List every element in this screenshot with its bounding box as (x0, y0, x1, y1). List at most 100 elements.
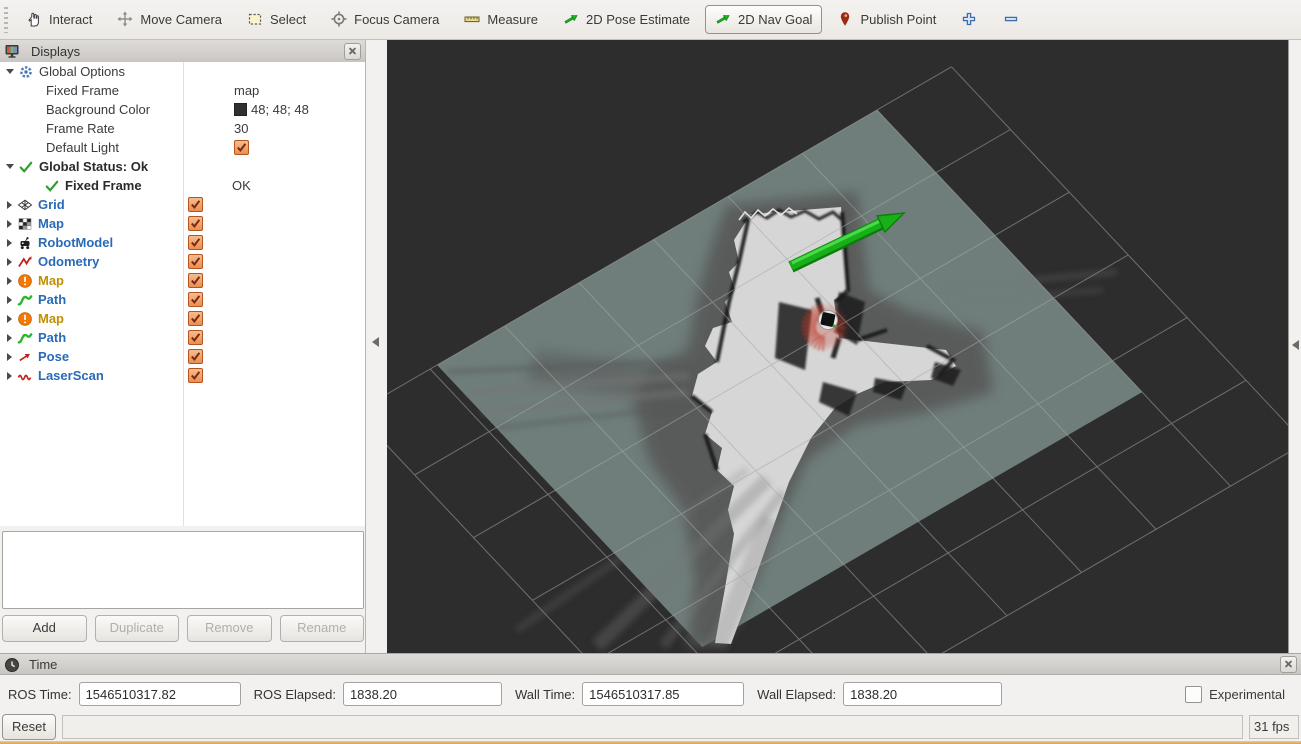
tree-row-grid[interactable]: Grid (0, 195, 365, 214)
expand-right-panel-arrow-icon[interactable] (1292, 340, 1299, 350)
expand-arrow-icon[interactable] (7, 296, 12, 304)
wall-elapsed-input[interactable] (843, 682, 1002, 706)
toolbar-button-move-camera[interactable]: Move Camera (107, 5, 232, 34)
robot-marker (819, 311, 838, 330)
toolbar-button-remove-tool[interactable] (993, 5, 1046, 34)
tree-row-map[interactable]: Map (0, 309, 365, 328)
add-display-button[interactable]: Add (2, 615, 87, 642)
expand-arrow-icon[interactable] (7, 220, 12, 228)
odometry-icon (17, 254, 33, 270)
green-arrow-icon (563, 11, 580, 28)
left-panel-splitter[interactable] (366, 40, 388, 653)
path-icon (17, 330, 33, 346)
hand-icon (26, 11, 43, 28)
enabled-checkbox[interactable] (188, 254, 203, 269)
expand-arrow-icon[interactable] (7, 315, 12, 323)
check-icon (44, 178, 60, 194)
tree-row-robotmodel[interactable]: RobotModel (0, 233, 365, 252)
duplicate-display-button: Duplicate (95, 615, 180, 642)
display-description-box (2, 531, 364, 609)
toolbar-button-label: Measure (487, 12, 538, 27)
property-label: Background Color (46, 100, 150, 119)
expand-arrow-icon[interactable] (7, 201, 12, 209)
expand-arrow-icon[interactable] (6, 164, 14, 169)
clock-icon (4, 657, 18, 671)
expand-arrow-icon[interactable] (7, 334, 12, 342)
tree-row-global-options[interactable]: Global Options (0, 62, 365, 81)
render-canvas[interactable] (387, 40, 1288, 653)
3d-viewport[interactable] (387, 40, 1288, 653)
enabled-checkbox[interactable] (188, 311, 203, 326)
toolbar-button-label: Move Camera (140, 12, 222, 27)
color-swatch[interactable] (234, 103, 247, 116)
time-close-button[interactable] (1280, 656, 1297, 673)
tree-row-map[interactable]: Map (0, 214, 365, 233)
expand-arrow-icon[interactable] (7, 239, 12, 247)
displays-close-button[interactable] (344, 43, 361, 60)
toolbar-button-label: 2D Nav Goal (738, 12, 812, 27)
enabled-checkbox[interactable] (188, 292, 203, 307)
toolbar-button-interact[interactable]: Interact (16, 5, 102, 34)
expand-arrow-icon[interactable] (7, 277, 12, 285)
wall-elapsed-label: Wall Elapsed: (757, 687, 836, 702)
property-value[interactable]: 48; 48; 48 (251, 100, 309, 119)
focus-icon (331, 11, 348, 28)
property-value[interactable]: OK (232, 176, 251, 195)
displays-panel: Displays Global OptionsFixed FramemapBac… (0, 40, 366, 653)
enabled-checkbox[interactable] (188, 216, 203, 231)
expand-arrow-icon[interactable] (7, 258, 12, 266)
tree-row-default-light[interactable]: Default Light (0, 138, 365, 157)
property-label: Fixed Frame (46, 81, 119, 100)
reset-button[interactable]: Reset (2, 714, 56, 740)
collapse-left-panel-arrow-icon[interactable] (372, 337, 379, 347)
tree-row-global-status-ok[interactable]: Global Status: Ok (0, 157, 365, 176)
displays-panel-title: Displays (31, 44, 338, 59)
tree-row-fixed-frame[interactable]: Fixed FrameOK (0, 176, 365, 195)
ros-elapsed-input[interactable] (343, 682, 502, 706)
green-arrow-icon (715, 11, 732, 28)
toolbar-button-add-tool[interactable] (951, 5, 988, 34)
toolbar-button-label: Focus Camera (354, 12, 439, 27)
toolbar-drag-handle[interactable] (4, 7, 8, 33)
ros-time-input[interactable] (79, 682, 241, 706)
toolbar-button-2d-nav-goal[interactable]: 2D Nav Goal (705, 5, 822, 34)
tree-row-path[interactable]: Path (0, 328, 365, 347)
monitor-icon (4, 43, 20, 59)
expand-arrow-icon[interactable] (6, 69, 14, 74)
toolbar-button-focus-camera[interactable]: Focus Camera (321, 5, 449, 34)
enabled-checkbox[interactable] (188, 349, 203, 364)
tree-row-map[interactable]: Map (0, 271, 365, 290)
toolbar-button-publish-point[interactable]: Publish Point (827, 5, 946, 34)
experimental-checkbox[interactable] (1185, 686, 1202, 703)
tree-row-pose[interactable]: Pose (0, 347, 365, 366)
property-value[interactable]: 30 (234, 119, 248, 138)
display-name-label: Map (38, 214, 64, 233)
enabled-checkbox[interactable] (234, 140, 249, 155)
expand-arrow-icon[interactable] (7, 353, 12, 361)
enabled-checkbox[interactable] (188, 235, 203, 250)
toolbar-button-select[interactable]: Select (237, 5, 316, 34)
right-panel-splitter[interactable] (1288, 40, 1301, 653)
tree-row-fixed-frame[interactable]: Fixed Frame map (0, 81, 365, 100)
measure-icon (464, 11, 481, 28)
tree-row-laserscan[interactable]: LaserScan (0, 366, 365, 385)
enabled-checkbox[interactable] (188, 273, 203, 288)
display-name-label: Odometry (38, 252, 99, 271)
expand-arrow-icon[interactable] (7, 372, 12, 380)
display-name-label: Grid (38, 195, 65, 214)
enabled-checkbox[interactable] (188, 368, 203, 383)
enabled-checkbox[interactable] (188, 197, 203, 212)
enabled-checkbox[interactable] (188, 330, 203, 345)
property-label: Default Light (46, 138, 119, 157)
property-value[interactable]: map (234, 81, 259, 100)
tree-label: Global Options (39, 62, 125, 81)
toolbar-button-measure[interactable]: Measure (454, 5, 548, 34)
tree-row-frame-rate[interactable]: Frame Rate30 (0, 119, 365, 138)
toolbar-button-label: Select (270, 12, 306, 27)
tree-row-odometry[interactable]: Odometry (0, 252, 365, 271)
toolbar-button-2d-pose-estimate[interactable]: 2D Pose Estimate (553, 5, 700, 34)
tree-row-path[interactable]: Path (0, 290, 365, 309)
tree-row-background-color[interactable]: Background Color 48; 48; 48 (0, 100, 365, 119)
wall-time-input[interactable] (582, 682, 744, 706)
laserscan-icon (17, 368, 33, 384)
